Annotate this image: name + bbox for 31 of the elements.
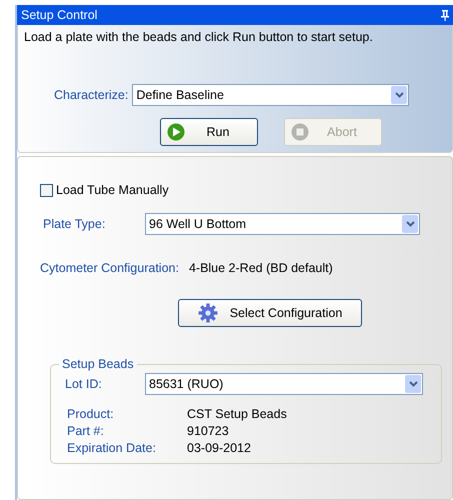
plate-type-dropdown[interactable]: 96 Well U Bottom <box>145 213 420 235</box>
lot-id-dropdown[interactable]: 85631 (RUO) <box>145 373 423 395</box>
plate-type-label: Plate Type: <box>43 217 106 231</box>
checkbox-label[interactable]: Load Tube Manually <box>56 183 169 197</box>
detail-value: CST Setup Beads <box>187 407 288 421</box>
pin-icon[interactable] <box>441 10 449 20</box>
caret-icon <box>408 381 418 387</box>
caret-icon <box>406 221 414 227</box>
lot-id-label: Lot ID: <box>65 377 103 391</box>
configuration-value: 4-Blue 2-Red (BD default) <box>188 261 333 275</box>
configuration-label: Cytometer Configuration: <box>40 261 179 275</box>
detail-label: Expiration Date: <box>67 441 157 455</box>
run-button[interactable]: Run <box>160 118 258 146</box>
group-title: Setup Beads <box>61 357 135 371</box>
characterize-label: Characterize: <box>54 88 128 102</box>
window-title: Setup Control <box>21 8 98 22</box>
play-icon <box>167 123 185 141</box>
detail-label: Part #: <box>67 424 105 438</box>
dropdown-button[interactable] <box>405 375 421 393</box>
instruction-text: Load a plate with the beads and click Run button to start setup. <box>24 30 374 44</box>
characterize-dropdown[interactable]: Define Baseline <box>132 84 410 106</box>
dropdown-button[interactable] <box>402 215 418 233</box>
gear-icon <box>198 303 218 323</box>
detail-value: 03-09-2012 <box>187 441 252 455</box>
select-configuration-button[interactable]: Select Configuration <box>178 299 362 327</box>
detail-value: 910723 <box>187 424 230 438</box>
checkbox[interactable] <box>40 184 53 196</box>
detail-label: Product: <box>67 407 115 421</box>
stop-icon <box>291 123 309 141</box>
dropdown-button[interactable] <box>391 86 408 104</box>
caret-icon <box>394 92 404 98</box>
